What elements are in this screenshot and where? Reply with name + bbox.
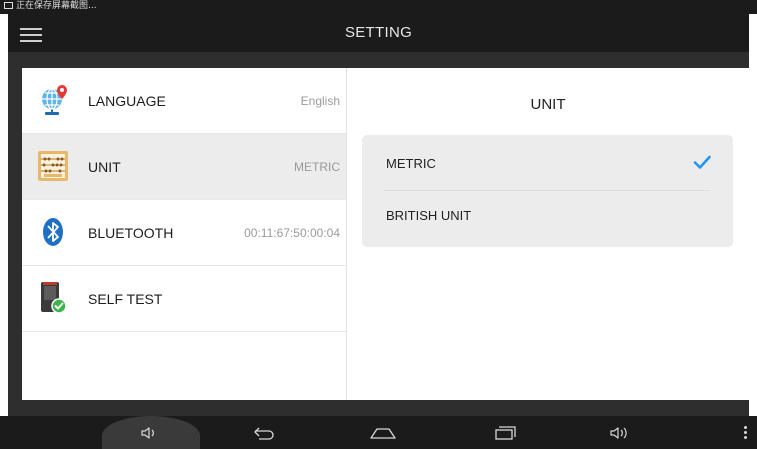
more-icon[interactable] bbox=[743, 426, 749, 442]
sidebar-item-label: LANGUAGE bbox=[88, 93, 166, 109]
page-title: SETTING bbox=[344, 24, 413, 41]
home-button[interactable] bbox=[353, 416, 413, 449]
status-notification-text: 正在保存屏幕截图... bbox=[16, 1, 97, 11]
volume-down-icon bbox=[141, 426, 154, 439]
dot bbox=[744, 436, 747, 439]
dot bbox=[744, 431, 747, 434]
tablet-screen: 正在保存屏幕截图... SETTING LANGUAGE English UNI… bbox=[0, 0, 757, 449]
sidebar-item-language[interactable]: LANGUAGE English bbox=[22, 68, 346, 134]
sidebar-item-label: SELF TEST bbox=[88, 291, 163, 307]
checkmark-icon bbox=[693, 155, 711, 169]
settings-list: LANGUAGE English UNIT METRIC BLUETOOTH 0… bbox=[22, 68, 346, 400]
sidebar-item-self-test[interactable]: SELF TEST bbox=[22, 266, 346, 332]
option-british-unit[interactable]: BRITISH UNIT bbox=[362, 191, 733, 247]
option-metric[interactable]: METRIC bbox=[362, 135, 733, 191]
status-bar: 正在保存屏幕截图... bbox=[0, 0, 757, 14]
back-icon bbox=[254, 427, 274, 440]
volume-up-icon bbox=[610, 426, 627, 439]
sidebar-item-label: BLUETOOTH bbox=[88, 225, 174, 241]
unit-options-list: METRIC BRITISH UNIT bbox=[362, 135, 733, 247]
screenshot-icon bbox=[4, 2, 13, 9]
detail-title: UNIT bbox=[530, 96, 566, 113]
sidebar-item-unit[interactable]: UNIT METRIC bbox=[22, 134, 346, 200]
recents-button[interactable] bbox=[476, 416, 536, 449]
back-button[interactable] bbox=[235, 416, 295, 449]
sidebar-item-value: METRIC bbox=[294, 160, 340, 174]
sidebar-item-value: English bbox=[300, 94, 340, 108]
sidebar-item-bluetooth[interactable]: BLUETOOTH 00:11:67:50:00:04 bbox=[22, 200, 346, 266]
volume-down-button[interactable] bbox=[121, 416, 181, 449]
dot bbox=[744, 426, 747, 429]
volume-up-button[interactable] bbox=[592, 416, 652, 449]
sidebar-item-value: 00:11:67:50:00:04 bbox=[244, 226, 340, 240]
abacus-icon bbox=[36, 149, 70, 183]
sidebar-item-label: UNIT bbox=[88, 159, 121, 175]
status-notification: 正在保存屏幕截图... bbox=[4, 1, 97, 12]
recents-icon bbox=[495, 425, 516, 440]
device-check-icon bbox=[36, 281, 70, 315]
bluetooth-icon bbox=[36, 215, 70, 249]
option-label: METRIC bbox=[386, 156, 436, 171]
option-label: BRITISH UNIT bbox=[386, 208, 472, 223]
title-bar: SETTING bbox=[8, 14, 749, 52]
globe-pin-icon bbox=[36, 83, 70, 117]
unit-detail-panel: UNIT METRIC BRITISH UNIT bbox=[347, 68, 749, 400]
home-icon bbox=[370, 427, 396, 439]
